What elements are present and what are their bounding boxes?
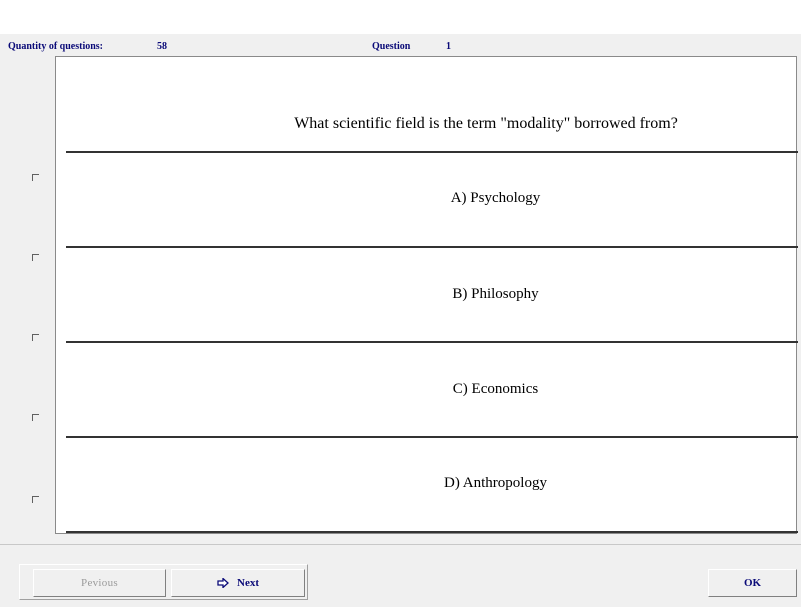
answer-c-text: C) Economics (452, 381, 539, 397)
button-bar: Pevious Next OK (0, 544, 801, 608)
ok-button[interactable]: OK (708, 569, 797, 597)
answer-c-checkbox[interactable] (32, 334, 39, 341)
previous-button-label: Pevious (81, 577, 118, 589)
answer-d-checkbox[interactable] (32, 414, 39, 421)
question-panel: What scientific field is the term "modal… (55, 56, 798, 534)
divider (66, 246, 798, 248)
question-text: What scientific field is the term "modal… (294, 115, 678, 132)
answer-d-text: D) Anthropology (444, 475, 547, 491)
previous-button[interactable]: Pevious (33, 569, 166, 597)
answer-b-checkbox[interactable] (32, 254, 39, 261)
answer-b-text: B) Philosophy (452, 286, 539, 302)
arrow-right-icon (217, 578, 229, 588)
answer-e-checkbox[interactable] (32, 496, 39, 503)
quantity-value: 58 (157, 41, 167, 52)
quantity-label: Quantity of questions: (8, 41, 104, 52)
next-button[interactable]: Next (171, 569, 305, 597)
divider (66, 341, 798, 343)
test-window: Quantity of questions: 58 Question 1 Wha… (0, 34, 801, 607)
ok-button-label: OK (743, 577, 762, 589)
question-number-value: 1 (446, 41, 451, 52)
next-button-label: Next (237, 577, 259, 589)
answer-a-text: A) Psychology (450, 190, 541, 206)
info-bar: Quantity of questions: 58 Question 1 (0, 34, 801, 56)
question-number-label: Question (372, 41, 411, 52)
answer-a-checkbox[interactable] (32, 174, 39, 181)
divider (66, 531, 798, 533)
divider (66, 436, 798, 438)
title-bar-area (0, 0, 801, 35)
divider (66, 151, 798, 153)
